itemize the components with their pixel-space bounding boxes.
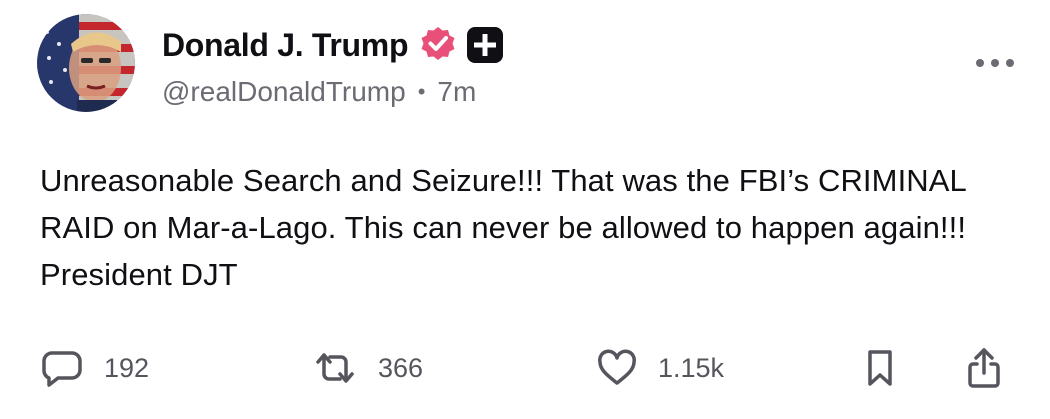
handle[interactable]: @realDonaldTrump [162,76,406,108]
repost-icon [312,348,358,388]
name-row: Donald J. Trump [162,22,504,68]
bookmark-icon [864,348,896,388]
comment-icon [40,348,84,388]
avatar-image [37,14,135,112]
like-count: 1.15k [658,352,725,383]
avatar[interactable] [37,14,135,112]
bookmark-button[interactable] [864,344,896,392]
heart-icon [596,348,638,388]
share-button[interactable] [966,344,1002,392]
more-options-icon[interactable] [972,52,1018,74]
verified-badge-icon [418,25,458,65]
repost-count: 366 [378,352,424,383]
post-card: Donald J. Trump @realDonaldTrump • 7m Un… [0,0,1050,419]
plus-badge-icon [466,26,504,64]
repost-button[interactable]: 366 [312,344,423,392]
like-button[interactable]: 1.15k [596,344,724,392]
reply-count: 192 [104,352,150,383]
share-icon [966,346,1002,390]
reply-button[interactable]: 192 [40,344,149,392]
post-text: Unreasonable Search and Seizure!!! That … [40,163,967,292]
display-name[interactable]: Donald J. Trump [162,27,409,64]
handle-row: @realDonaldTrump • 7m [162,76,504,108]
separator-dot: • [417,79,426,104]
author-block: Donald J. Trump @realDonaldTrump • 7m [162,22,504,108]
action-bar: 192 366 1.15k [0,344,1050,392]
timestamp[interactable]: 7m [437,76,476,108]
